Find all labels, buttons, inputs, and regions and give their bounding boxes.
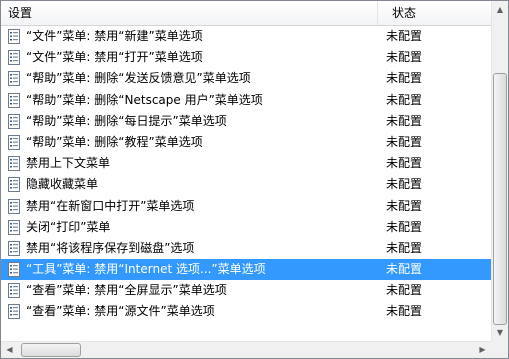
policy-setting-icon [8, 71, 20, 87]
policy-settings-list: 设置 状态 “文件”菜单: 禁用“新建”菜单选项 未配置 “文件”菜单: 禁用“打开… [0, 0, 509, 359]
policy-setting-icon [8, 198, 20, 214]
setting-status: 未配置 [386, 29, 423, 43]
policy-setting-icon [8, 50, 20, 66]
scrollbar-corner [491, 341, 508, 358]
policy-setting-icon [8, 134, 20, 150]
table-row[interactable]: “文件”菜单: 禁用“新建”菜单选项 未配置 [1, 26, 491, 47]
table-row[interactable]: “查看”菜单: 禁用“源文件”菜单选项 未配置 [1, 301, 491, 322]
policy-setting-icon [8, 262, 20, 278]
table-row[interactable]: “帮助”菜单: 删除“教程”菜单选项 未配置 [1, 132, 491, 153]
table-row[interactable]: 禁用“在新窗口中打开”菜单选项 未配置 [1, 196, 491, 217]
setting-status: 未配置 [386, 156, 423, 171]
policy-setting-icon [8, 219, 20, 235]
setting-label: 禁用“将该程序保存到磁盘”选项 [26, 240, 195, 255]
setting-status: 未配置 [386, 198, 423, 213]
table-row[interactable]: “帮助”菜单: 删除“Netscape 用户”菜单选项 未配置 [1, 90, 491, 111]
setting-status: 未配置 [386, 50, 423, 65]
setting-label: 禁用“在新窗口中打开”菜单选项 [26, 198, 195, 213]
policy-setting-icon [8, 304, 20, 320]
scroll-down-arrow-icon[interactable]: ▼ [492, 324, 508, 341]
vertical-scroll-thumb[interactable] [493, 73, 507, 325]
policy-setting-icon [8, 283, 20, 299]
setting-label: “帮助”菜单: 删除“每日提示”菜单选项 [26, 113, 227, 128]
table-row[interactable]: “帮助”菜单: 删除“发送反馈意见”菜单选项 未配置 [1, 68, 491, 89]
setting-label: 关闭“打印”菜单 [26, 219, 111, 234]
setting-label: “查看”菜单: 禁用“全屏显示”菜单选项 [26, 283, 227, 298]
setting-status: 未配置 [386, 177, 423, 192]
settings-rows: “文件”菜单: 禁用“新建”菜单选项 未配置 “文件”菜单: 禁用“打开”菜单选项未… [1, 26, 491, 323]
horizontal-scrollbar[interactable]: ◀ ▶ [1, 341, 491, 358]
policy-setting-icon [8, 92, 20, 108]
policy-setting-icon [8, 240, 20, 256]
setting-status: 未配置 [386, 304, 423, 319]
column-header-setting[interactable]: 设置 [1, 1, 378, 25]
setting-label: “查看”菜单: 禁用“源文件”菜单选项 [26, 304, 215, 319]
table-row[interactable]: 关闭“打印”菜单 未配置 [1, 217, 491, 238]
setting-status: 未配置 [386, 283, 423, 298]
policy-setting-icon [8, 177, 20, 193]
list-header: 设置 状态 [1, 1, 491, 26]
setting-label: 隐藏收藏菜单 [26, 177, 99, 192]
setting-label: “工具”菜单: 禁用“Internet 选项...”菜单选项 [26, 262, 266, 277]
setting-status: 未配置 [386, 71, 423, 86]
policy-setting-icon [8, 156, 20, 172]
setting-status: 未配置 [386, 92, 423, 107]
setting-status: 未配置 [386, 240, 423, 255]
setting-label: “帮助”菜单: 删除“教程”菜单选项 [26, 134, 203, 149]
setting-label: “帮助”菜单: 删除“发送反馈意见”菜单选项 [26, 71, 251, 86]
setting-label: “帮助”菜单: 删除“Netscape 用户”菜单选项 [26, 92, 263, 107]
table-row[interactable]: “帮助”菜单: 删除“每日提示”菜单选项 未配置 [1, 111, 491, 132]
policy-setting-icon [8, 29, 20, 44]
policy-setting-icon [8, 113, 20, 129]
scroll-up-arrow-icon[interactable]: ▲ [492, 1, 508, 18]
setting-status: 未配置 [386, 134, 423, 149]
setting-label: “文件”菜单: 禁用“新建”菜单选项 [26, 29, 203, 43]
setting-label: 禁用上下文菜单 [26, 156, 111, 171]
setting-status: 未配置 [386, 262, 423, 277]
table-row[interactable]: “文件”菜单: 禁用“打开”菜单选项 未配置 [1, 47, 491, 68]
table-row[interactable]: 禁用上下文菜单 未配置 [1, 153, 491, 174]
vertical-scrollbar[interactable]: ▲ ▼ [491, 1, 508, 341]
horizontal-scroll-thumb[interactable] [21, 343, 81, 357]
setting-label: “文件”菜单: 禁用“打开”菜单选项 [26, 50, 203, 65]
scroll-left-arrow-icon[interactable]: ◀ [1, 342, 18, 358]
table-row[interactable]: 隐藏收藏菜单 未配置 [1, 174, 491, 195]
scroll-right-arrow-icon[interactable]: ▶ [474, 342, 491, 358]
table-row[interactable]: “工具”菜单: 禁用“Internet 选项...”菜单选项 未配置 [1, 259, 491, 281]
setting-status: 未配置 [386, 219, 423, 234]
setting-status: 未配置 [386, 113, 423, 128]
table-row[interactable]: 禁用“将该程序保存到磁盘”选项 未配置 [1, 238, 491, 259]
table-row[interactable]: “查看”菜单: 禁用“全屏显示”菜单选项 未配置 [1, 280, 491, 301]
column-header-status[interactable]: 状态 [379, 1, 491, 25]
